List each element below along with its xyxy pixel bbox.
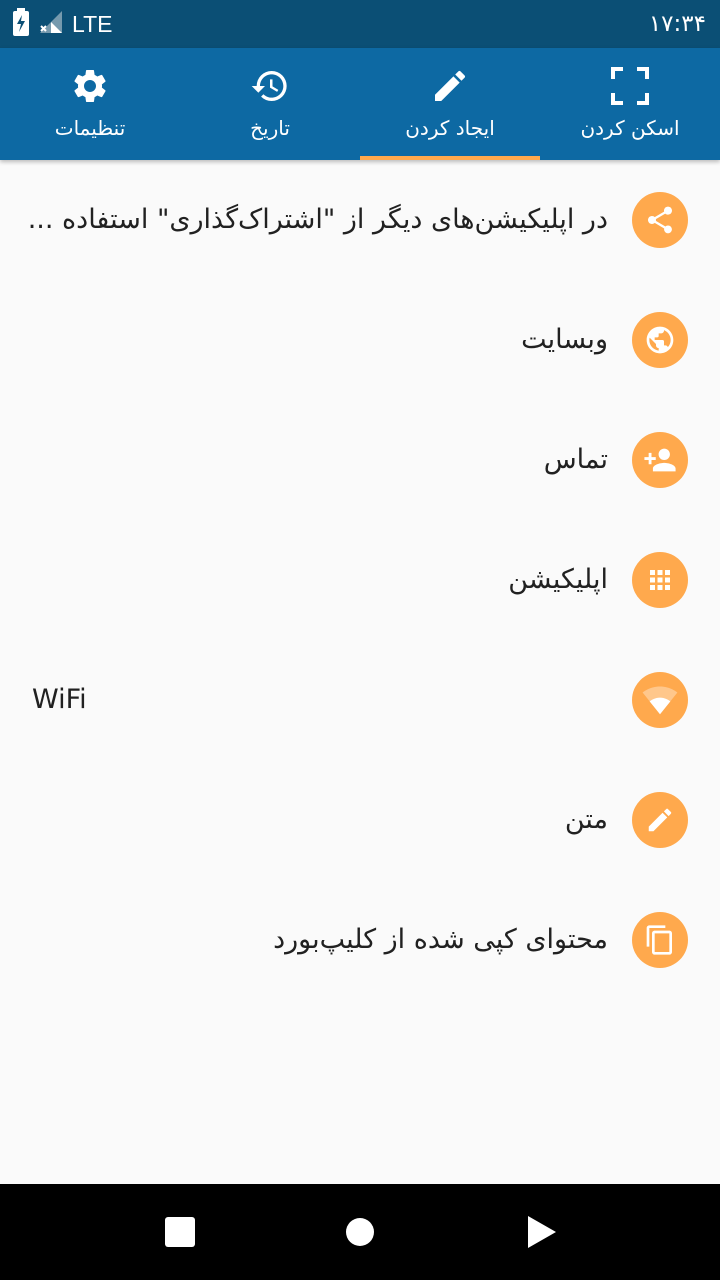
list-item-label: WiFi xyxy=(32,684,87,715)
back-triangle-icon[interactable] xyxy=(512,1202,572,1262)
tab-create[interactable]: ایجاد کردن xyxy=(360,48,540,160)
apps-grid-icon xyxy=(632,552,688,608)
list-item-application[interactable]: اپلیکیشن xyxy=(0,520,720,640)
globe-icon xyxy=(632,312,688,368)
tab-label: تنظیمات xyxy=(54,116,126,140)
system-nav-bar xyxy=(0,1184,720,1280)
list-item-label: در اپلیکیشن‌های دیگر از "اشتراک‌گذاری" ا… xyxy=(28,204,608,235)
list-item-clipboard[interactable]: محتوای کپی شده از کلیپ‌بورد xyxy=(0,880,720,1000)
tab-label: اسکن کردن xyxy=(580,116,680,140)
list-item-share[interactable]: در اپلیکیشن‌های دیگر از "اشتراک‌گذاری" ا… xyxy=(0,160,720,280)
tab-label: تاریخ xyxy=(250,116,290,140)
history-icon xyxy=(249,66,291,110)
tab-label: ایجاد کردن xyxy=(405,116,495,140)
list-item-label: محتوای کپی شده از کلیپ‌بورد xyxy=(273,924,608,955)
copy-icon xyxy=(632,912,688,968)
network-type: LTE xyxy=(72,10,113,37)
scan-frame-icon xyxy=(610,66,650,110)
list-item-label: وبسایت xyxy=(521,324,608,355)
home-circle-icon[interactable] xyxy=(330,1202,390,1262)
list-item-label: متن xyxy=(564,804,608,835)
tab-history[interactable]: تاریخ xyxy=(180,48,360,160)
gear-icon xyxy=(70,66,110,110)
add-contact-icon xyxy=(632,432,688,488)
pencil-icon xyxy=(430,66,470,110)
create-options-list: در اپلیکیشن‌های دیگر از "اشتراک‌گذاری" ا… xyxy=(0,160,720,1000)
list-item-website[interactable]: وبسایت xyxy=(0,280,720,400)
battery-charging-icon xyxy=(12,8,30,40)
list-item-label: تماس xyxy=(543,444,608,475)
list-item-text[interactable]: متن xyxy=(0,760,720,880)
status-bar: LTE ۱۷:۳۴ xyxy=(0,0,720,48)
tab-settings[interactable]: تنظیمات xyxy=(0,48,180,160)
tab-scan[interactable]: اسکن کردن xyxy=(540,48,720,160)
list-item-wifi[interactable]: WiFi xyxy=(0,640,720,760)
clock: ۱۷:۳۴ xyxy=(648,11,706,37)
pencil-icon xyxy=(632,792,688,848)
tab-bar: اسکن کردن ایجاد کردن تاریخ تنظیمات xyxy=(0,48,720,160)
share-icon xyxy=(632,192,688,248)
signal-icon xyxy=(38,9,64,39)
recents-square-icon[interactable] xyxy=(150,1202,210,1262)
list-item-contact[interactable]: تماس xyxy=(0,400,720,520)
list-item-label: اپلیکیشن xyxy=(508,564,608,595)
wifi-icon xyxy=(632,672,688,728)
